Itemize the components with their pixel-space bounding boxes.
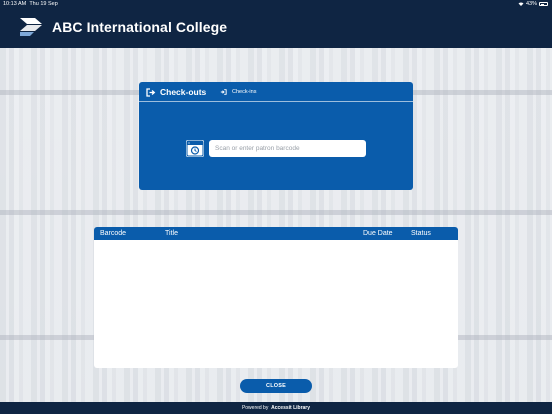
status-indicators: 43% xyxy=(518,0,548,8)
background-shelf xyxy=(0,210,552,215)
app-header: ABC International College xyxy=(0,8,552,48)
column-header-title: Title xyxy=(165,230,178,237)
table-header: Barcode Title Due Date Status xyxy=(94,227,458,240)
footer-powered-by: Powered by xyxy=(241,405,269,411)
column-header-due-date: Due Date xyxy=(363,230,393,237)
tab-check-outs[interactable]: Check-outs xyxy=(146,87,206,97)
status-date: Thu 19 Sep xyxy=(29,1,58,7)
tab-check-ins-label: Check-ins xyxy=(232,89,257,95)
battery-icon xyxy=(539,2,548,6)
checkout-panel: Check-outs Check-ins xyxy=(139,82,413,190)
sign-out-icon xyxy=(146,87,156,97)
status-time: 10:13 AM xyxy=(3,1,27,7)
status-bar: 10:13 AM Thu 19 Sep 43% xyxy=(0,0,552,8)
wifi-icon xyxy=(518,2,524,6)
app-title: ABC International College xyxy=(52,19,228,35)
patron-card-icon[interactable] xyxy=(186,140,204,157)
battery-percent: 43% xyxy=(525,1,537,7)
patron-barcode-input[interactable] xyxy=(209,140,366,157)
tab-check-ins[interactable]: Check-ins xyxy=(220,89,256,95)
close-button[interactable]: CLOSE xyxy=(240,379,312,393)
footer: Powered by Accessit Library xyxy=(0,402,552,414)
loans-table: Barcode Title Due Date Status xyxy=(94,227,458,368)
tab-check-outs-label: Check-outs xyxy=(160,87,207,97)
tab-bar: Check-outs Check-ins xyxy=(139,82,413,102)
sign-in-icon xyxy=(220,89,227,95)
college-logo-icon xyxy=(20,18,42,36)
column-header-barcode: Barcode xyxy=(100,230,127,237)
footer-brand[interactable]: Accessit Library xyxy=(271,405,310,411)
status-time-date: 10:13 AM Thu 19 Sep xyxy=(3,0,58,8)
column-header-status: Status xyxy=(411,230,431,237)
